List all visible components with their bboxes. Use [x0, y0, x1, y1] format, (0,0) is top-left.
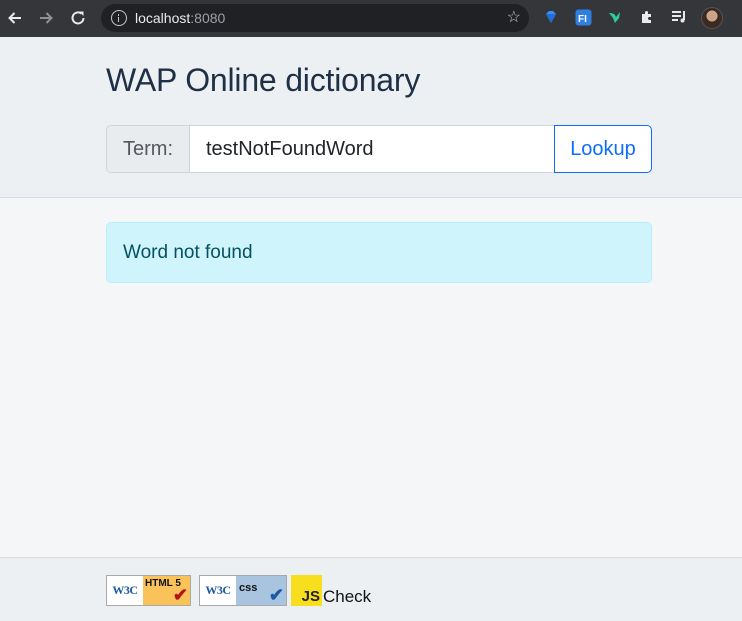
svg-text:FI: FI [578, 14, 587, 25]
js-logo-icon: JS [291, 575, 322, 606]
alert-message: Word not found [123, 241, 253, 263]
jscheck-badge[interactable]: JS Check [291, 575, 381, 606]
page-title: WAP Online dictionary [106, 62, 421, 98]
reading-list-icon[interactable] [670, 8, 688, 26]
search-form: Term: Lookup [106, 125, 652, 173]
bookmark-star-icon[interactable]: ☆ [507, 8, 521, 28]
arrow-left-icon [8, 12, 21, 24]
page-footer: W3C HTML 5 ✔ W3C css ✔ JS Check [0, 557, 742, 621]
not-found-alert: Word not found [106, 222, 652, 283]
w3c-html5-badge[interactable]: W3C HTML 5 ✔ [106, 575, 191, 606]
checkmark-icon: ✔ [172, 585, 188, 605]
url-port: :8080 [190, 10, 226, 26]
page-header: WAP Online dictionary Term: Lookup [0, 37, 742, 198]
arrow-right-icon [40, 12, 53, 24]
profile-avatar[interactable] [701, 7, 723, 29]
extension-bird-icon[interactable] [606, 8, 624, 26]
css-badge-text: css ✔ [236, 576, 286, 605]
extension-fi-icon[interactable]: FI [574, 8, 592, 26]
address-bar[interactable]: localhost:8080 ☆ [101, 4, 529, 32]
url-text: localhost:8080 [135, 10, 225, 26]
jscheck-label: Check [323, 587, 372, 606]
forward-button[interactable] [34, 6, 58, 30]
reload-icon [71, 11, 85, 25]
term-input[interactable] [189, 125, 554, 173]
browser-toolbar: localhost:8080 ☆ FI [0, 0, 742, 37]
w3c-css-badge[interactable]: W3C css ✔ [199, 575, 287, 606]
extension-gem-icon[interactable] [542, 8, 560, 26]
w3c-logo-icon: W3C [205, 583, 231, 597]
term-label: Term: [106, 125, 189, 173]
back-button[interactable] [3, 6, 27, 30]
extensions-puzzle-icon[interactable] [638, 8, 656, 26]
checkmark-icon: ✔ [268, 585, 284, 605]
lookup-button[interactable]: Lookup [554, 125, 652, 173]
html5-badge-text: HTML 5 ✔ [143, 576, 190, 605]
css-label: css [239, 582, 258, 594]
reload-button[interactable] [66, 6, 90, 30]
url-host: localhost [135, 10, 191, 26]
info-icon[interactable] [111, 10, 127, 26]
w3c-logo-icon: W3C [112, 583, 138, 597]
